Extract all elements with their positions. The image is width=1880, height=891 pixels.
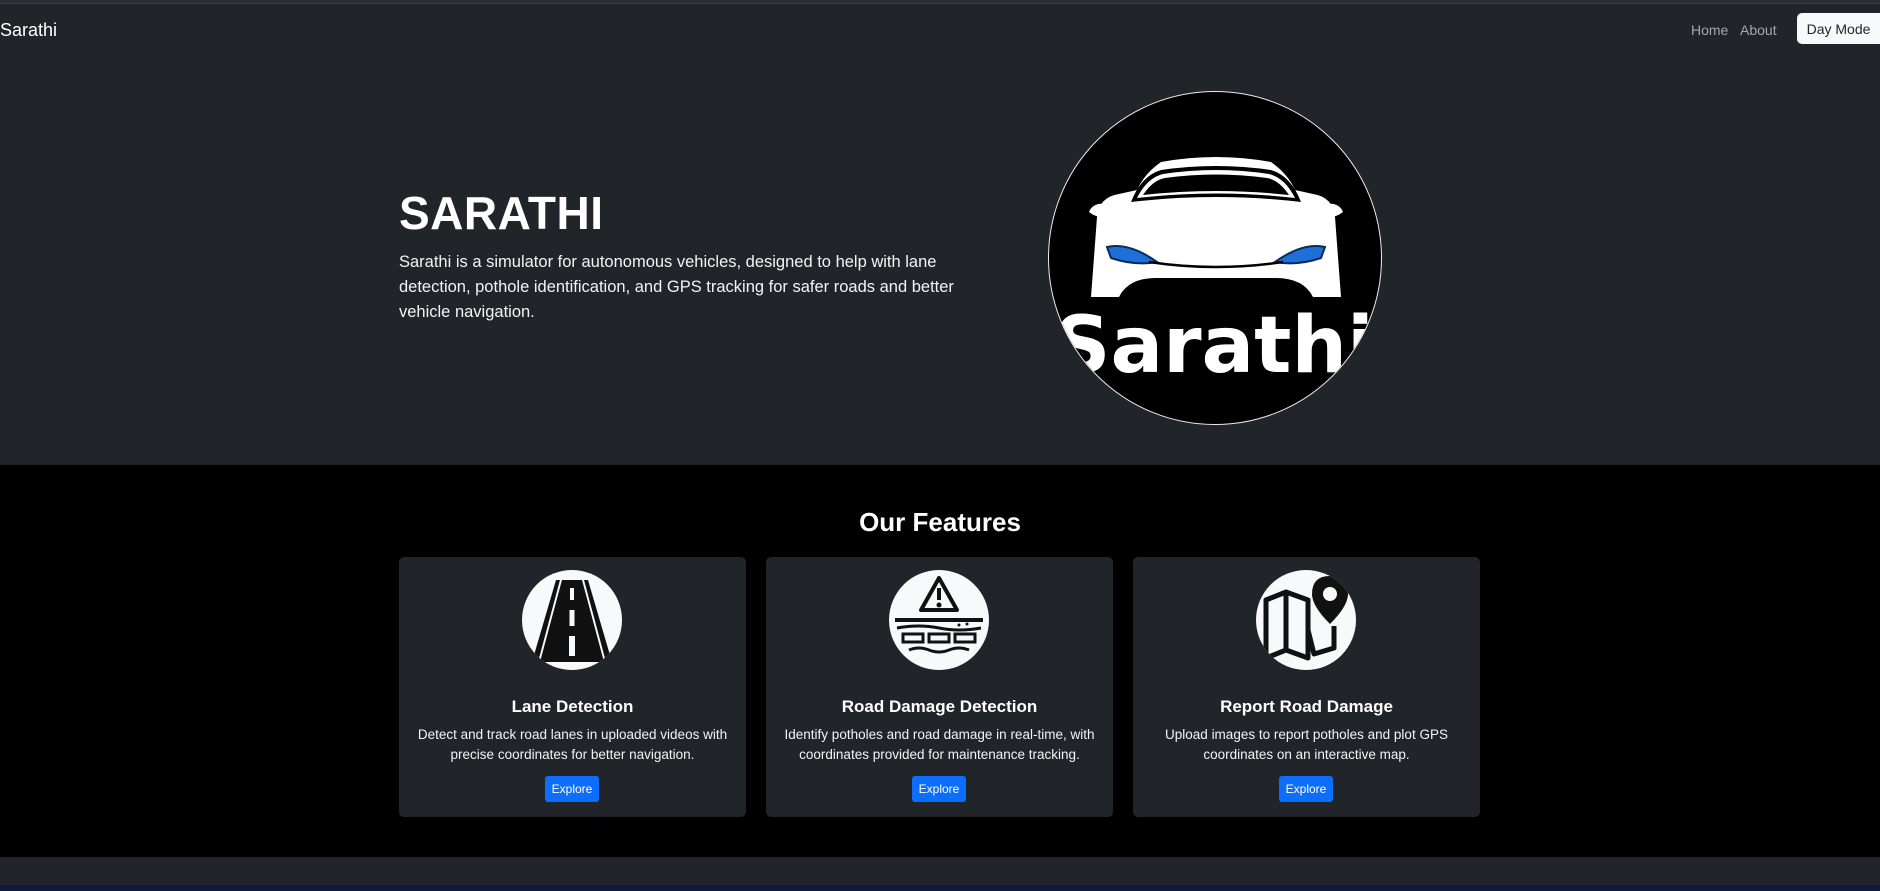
explore-button-road-damage-detection[interactable]: Explore <box>912 776 966 802</box>
day-mode-button[interactable]: Day Mode <box>1797 13 1880 44</box>
hero-section: SARATHI Sarathi is a simulator for auton… <box>0 52 1880 465</box>
map-pin-icon <box>1256 570 1356 670</box>
card-title: Report Road Damage <box>1220 697 1393 716</box>
feature-card-road-damage-detection: Road Damage Detection Identify potholes … <box>766 557 1113 817</box>
navbar: Sarathi Home About Day Mode <box>0 4 1880 52</box>
card-text: Detect and track road lanes in uploaded … <box>417 727 728 762</box>
car-logo-icon: Sarathi <box>1054 157 1374 391</box>
feature-card-report-road-damage: Report Road Damage Upload images to repo… <box>1133 557 1480 817</box>
explore-button-lane-detection[interactable]: Explore <box>545 776 599 802</box>
card-title: Road Damage Detection <box>841 697 1038 716</box>
sarathi-logo: Sarathi <box>1048 91 1382 425</box>
logo-text: Sarathi <box>1054 301 1373 391</box>
hero-title: SARATHI <box>399 187 604 239</box>
feature-card-lane-detection: Lane Detection Detect and track road lan… <box>399 557 746 817</box>
card-title: Lane Detection <box>511 697 634 716</box>
os-taskbar-edge <box>0 885 1880 891</box>
hero-description: Sarathi is a simulator for autonomous ve… <box>399 253 954 321</box>
footer <box>0 857 1880 885</box>
explore-button-report-road-damage[interactable]: Explore <box>1279 776 1333 802</box>
features-heading: Our Features <box>859 507 1021 537</box>
card-text: Identify potholes and road damage in rea… <box>784 727 1095 762</box>
features-section: Our Features Lane Detection Detect and t… <box>0 465 1880 857</box>
card-text: Upload images to report potholes and plo… <box>1165 727 1448 762</box>
nav-link-home[interactable]: Home <box>1691 22 1728 38</box>
nav-link-about[interactable]: About <box>1740 22 1777 38</box>
navbar-brand[interactable]: Sarathi <box>0 20 57 41</box>
road-warning-icon <box>889 570 989 670</box>
road-lanes-icon <box>522 570 622 670</box>
